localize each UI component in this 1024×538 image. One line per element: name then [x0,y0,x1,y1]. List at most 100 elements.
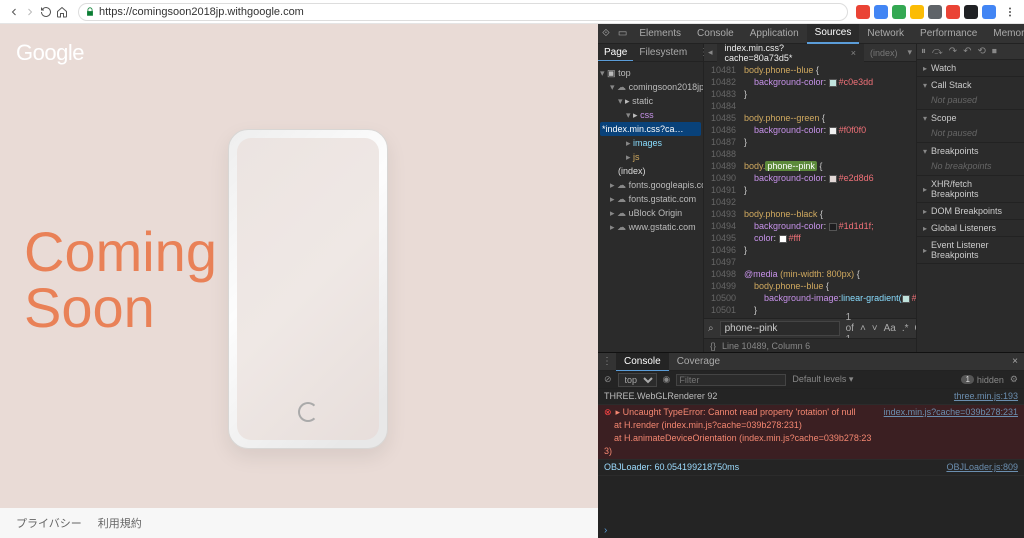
drawer-tab-coverage[interactable]: Coverage [669,353,728,371]
tree-item[interactable]: *index.min.css?ca… [600,122,701,136]
forward-button[interactable] [22,4,38,20]
rail-section-global-listeners[interactable]: ▸Global Listeners [917,220,1024,236]
find-next[interactable]: ˅ [872,323,878,334]
headline-line2: Soon [24,280,217,336]
tree-item[interactable]: ▸ ☁ fonts.googleapis.com [600,178,701,192]
devtools-tabbar: ⟐ ▭ ElementsConsoleApplicationSourcesNet… [598,24,1024,44]
console-settings-icon[interactable]: ⚙ [1010,374,1018,385]
file-tab-prev[interactable]: ◂ [704,47,717,58]
devtools-tab-memory[interactable]: Memory [985,24,1024,44]
console-output[interactable]: THREE.WebGLRenderer 92three.min.js:193⊗▸… [598,389,1024,523]
devtools-tab-application[interactable]: Application [742,24,807,44]
console-log-line[interactable]: THREE.WebGLRenderer 92three.min.js:193 [598,389,1024,405]
find-case[interactable]: Aa [884,323,896,334]
url-text: https://comingsoon2018jp.withgoogle.com [99,6,304,18]
tree-item[interactable]: ▸ ☁ www.gstatic.com [600,220,701,234]
debug-control[interactable]: ↶ [963,46,971,57]
console-drawer: ⋮ ConsoleCoverage × ⊘ top ◉ Default leve… [598,352,1024,538]
tree-item[interactable]: ▾ ▸ css [600,108,701,122]
headline-line1: Coming [24,224,217,280]
braces-icon[interactable]: {} [710,341,716,351]
find-input[interactable] [720,321,840,336]
cursor-position: Line 10489, Column 6 [722,341,810,351]
rail-body: No breakpoints [917,159,1024,175]
lock-icon [85,7,95,17]
code-view[interactable]: 10481 10482 10483 10484 10485 10486 1048… [704,62,916,318]
devtools-tab-elements[interactable]: Elements [631,24,689,44]
navigator-tab-page[interactable]: Page [598,44,633,61]
tree-item[interactable]: ▸ ☁ fonts.gstatic.com [600,192,701,206]
rail-section-scope[interactable]: ▾Scope [917,110,1024,126]
inspect-toggle[interactable]: ⟐ [598,24,614,44]
rail-section-xhr-fetch-breakpoints[interactable]: ▸XHR/fetch Breakpoints [917,176,1024,202]
log-source-link[interactable]: three.min.js:193 [948,390,1018,403]
extension-icon[interactable] [928,5,942,19]
rail-section-watch[interactable]: ▸Watch [917,60,1024,76]
home-button[interactable] [54,4,70,20]
log-source-link[interactable]: OBJLoader.js:809 [940,461,1018,474]
drawer-tab-console[interactable]: Console [616,353,669,371]
file-tab-more[interactable]: ▾ [903,47,916,58]
file-tab-active[interactable]: index.min.css?cache=80a73d5* × [717,44,864,62]
find-regex[interactable]: .* [902,323,909,334]
back-button[interactable] [6,4,22,20]
footer-terms-link[interactable]: 利用規約 [98,515,142,531]
hidden-messages[interactable]: 1 hidden [961,375,1003,385]
file-meta: (index) [864,48,904,58]
close-icon[interactable]: × [851,48,856,58]
debug-control[interactable]: ⏹ [992,46,997,57]
find-prev[interactable]: ˄ [860,323,866,334]
navigator-tabs: PageFilesystem⋮ [598,44,703,62]
devtools-tab-performance[interactable]: Performance [912,24,985,44]
clear-console-icon[interactable]: ⊘ [604,374,612,385]
footer-privacy-link[interactable]: プライバシー [16,515,82,531]
browser-toolbar: https://comingsoon2018jp.withgoogle.com [0,0,1024,24]
extension-icon[interactable] [874,5,888,19]
console-log-line[interactable]: OBJLoader: 60.054199218750msOBJLoader.js… [598,460,1024,476]
extension-icon[interactable] [856,5,870,19]
debug-control[interactable]: ⏸ [921,46,926,57]
page-footer: プライバシー 利用規約 [0,508,598,538]
rail-section-dom-breakpoints[interactable]: ▸DOM Breakpoints [917,203,1024,219]
tree-item[interactable]: ▸ images [600,136,701,150]
context-select[interactable]: top [618,373,657,387]
devtools-tab-sources[interactable]: Sources [807,24,860,44]
log-levels-select[interactable]: Default levels ▾ [792,374,853,385]
extension-icon[interactable] [910,5,924,19]
live-expression-icon[interactable]: ◉ [663,374,671,385]
debug-control[interactable]: ↷ [949,46,957,57]
webpage-viewport: Google Coming Soon プライバシー 利用規約 [0,24,598,538]
extension-icon[interactable] [982,5,996,19]
debug-control[interactable]: ⟲ [977,46,985,57]
console-filter-input[interactable] [676,374,786,386]
sources-navigator: PageFilesystem⋮ ▾ ▣ top▾ ☁ comingsoon201… [598,44,704,352]
rail-section-event-listener-breakpoints[interactable]: ▸Event Listener Breakpoints [917,237,1024,263]
tree-item[interactable]: ▸ js [600,150,701,164]
code-lines: body.phone--blue { background-color: #c0… [740,62,916,318]
tree-item[interactable]: ▾ ▣ top [600,66,701,80]
extension-icon[interactable] [964,5,978,19]
tree-item[interactable]: ▾ ▸ static [600,94,701,108]
url-bar[interactable]: https://comingsoon2018jp.withgoogle.com [78,3,848,21]
tree-item[interactable]: (index) [600,164,701,178]
log-source-link[interactable]: index.min.js?cache=039b278:231 [878,406,1018,458]
file-tree: ▾ ▣ top▾ ☁ comingsoon2018jp.with…▾ ▸ sta… [598,62,703,352]
drawer-menu-icon[interactable]: ⋮ [598,356,616,367]
tree-item[interactable]: ▾ ☁ comingsoon2018jp.with… [600,80,701,94]
search-icon: ⌕ [708,323,714,334]
devtools-tab-console[interactable]: Console [689,24,742,44]
extension-icon[interactable] [946,5,960,19]
rail-section-call-stack[interactable]: ▾Call Stack [917,77,1024,93]
device-toggle[interactable]: ▭ [614,24,631,44]
navigator-tab-filesystem[interactable]: Filesystem [633,44,693,61]
tree-item[interactable]: ▸ ☁ uBlock Origin [600,206,701,220]
console-prompt[interactable]: › [598,523,1024,538]
rail-section-breakpoints[interactable]: ▾Breakpoints [917,143,1024,159]
reload-button[interactable] [38,4,54,20]
debug-control[interactable]: ⤼ [932,46,943,57]
drawer-close-icon[interactable]: × [1006,356,1024,367]
menu-button[interactable] [1002,4,1018,20]
extension-icon[interactable] [892,5,906,19]
devtools-tab-network[interactable]: Network [859,24,912,44]
console-log-line[interactable]: ⊗▸ Uncaught TypeError: Cannot read prope… [598,405,1024,460]
